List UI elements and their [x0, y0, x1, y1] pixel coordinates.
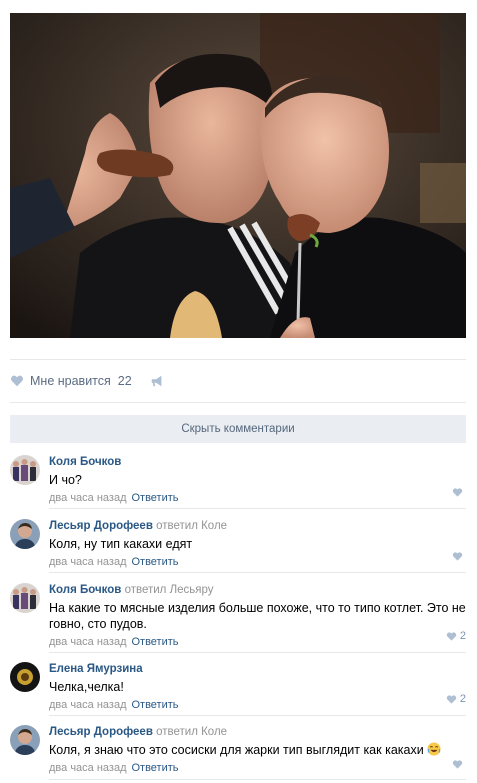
comment-text: На какие то мясные изделия больше похоже… [49, 601, 466, 631]
comment-time[interactable]: два часа назад [49, 762, 126, 774]
reply-button[interactable]: Ответить [131, 699, 178, 711]
divider [49, 652, 466, 653]
heart-icon [446, 631, 457, 641]
comment-text: И чо? [49, 473, 82, 487]
reply-button[interactable]: Ответить [131, 762, 178, 774]
hide-comments-button[interactable]: Скрыть комментарии [10, 415, 466, 443]
comment-time[interactable]: два часа назад [49, 492, 126, 504]
megaphone-icon[interactable] [150, 374, 164, 388]
replied-label: ответил [156, 726, 198, 738]
likes-count[interactable]: 22 [118, 374, 132, 388]
comment-like-count: 2 [459, 693, 466, 705]
post-photo[interactable] [10, 13, 466, 338]
comment-author[interactable]: Коля Бочков [49, 456, 121, 468]
likes-label[interactable]: Мне нравится [30, 374, 111, 388]
avatar[interactable] [10, 725, 40, 755]
replied-to-link[interactable]: Коле [201, 726, 227, 738]
replied-to-link[interactable]: Лесьяру [170, 584, 214, 596]
heart-icon [452, 488, 463, 497]
reply-button[interactable]: Ответить [131, 556, 178, 568]
comment-text: Челка,челка! [49, 680, 124, 694]
comment-like-button[interactable] [452, 487, 466, 498]
comment-text-row: Коля, я знаю что это сосиски для жарки т… [49, 742, 466, 758]
comment-text: Коля, ну тип какахи едят [49, 537, 193, 551]
comment-time[interactable]: два часа назад [49, 636, 126, 648]
divider [10, 359, 466, 360]
divider [49, 715, 466, 716]
avatar[interactable] [10, 583, 40, 613]
replied-label: ответил [156, 520, 198, 532]
avatar[interactable] [10, 519, 40, 549]
replied-to-link[interactable]: Коле [201, 520, 227, 532]
divider [49, 572, 466, 573]
comment: Лесьяр Дорофеев ответил Коле Коля, ну ти… [10, 519, 466, 583]
reply-button[interactable]: Ответить [131, 636, 178, 648]
heart-icon [446, 694, 457, 704]
comment: Елена Ямурзина Челка,челка! два часа наз… [10, 662, 466, 726]
hide-comments-label: Скрыть комментарии [181, 423, 295, 435]
comment-like-button[interactable]: 2 [446, 630, 466, 642]
divider [10, 402, 466, 403]
comment-author[interactable]: Лесьяр Дорофеев [49, 726, 153, 738]
replied-label: ответил [124, 584, 167, 596]
post-likes-row: Мне нравится 22 [10, 372, 164, 390]
comment-like-button[interactable]: 2 [446, 693, 466, 705]
divider [49, 779, 466, 780]
comment-time[interactable]: два часа назад [49, 699, 126, 711]
divider [49, 508, 466, 509]
laughing-emoji-icon [427, 742, 441, 756]
comment-author[interactable]: Коля Бочков [49, 584, 121, 596]
comment-time[interactable]: два часа назад [49, 556, 126, 568]
heart-icon [452, 760, 463, 769]
comment: Лесьяр Дорофеев ответил Коле Коля, я зна… [10, 725, 466, 781]
comment-like-button[interactable] [452, 759, 466, 770]
comment-like-count: 2 [459, 630, 466, 642]
comment: Коля Бочков И чо? два часа назад Ответить [10, 455, 466, 519]
heart-icon[interactable] [10, 374, 24, 388]
avatar[interactable] [10, 662, 40, 692]
comment-author[interactable]: Елена Ямурзина [49, 663, 143, 675]
avatar[interactable] [10, 455, 40, 485]
comment: Коля Бочков ответил Лесьяру На какие то … [10, 583, 466, 663]
comment-like-button[interactable] [452, 551, 466, 562]
reply-button[interactable]: Ответить [131, 492, 178, 504]
comment-author[interactable]: Лесьяр Дорофеев [49, 520, 153, 532]
photo-image [10, 13, 466, 338]
comment-text: Коля, я знаю что это сосиски для жарки т… [49, 743, 424, 757]
heart-icon [452, 552, 463, 561]
